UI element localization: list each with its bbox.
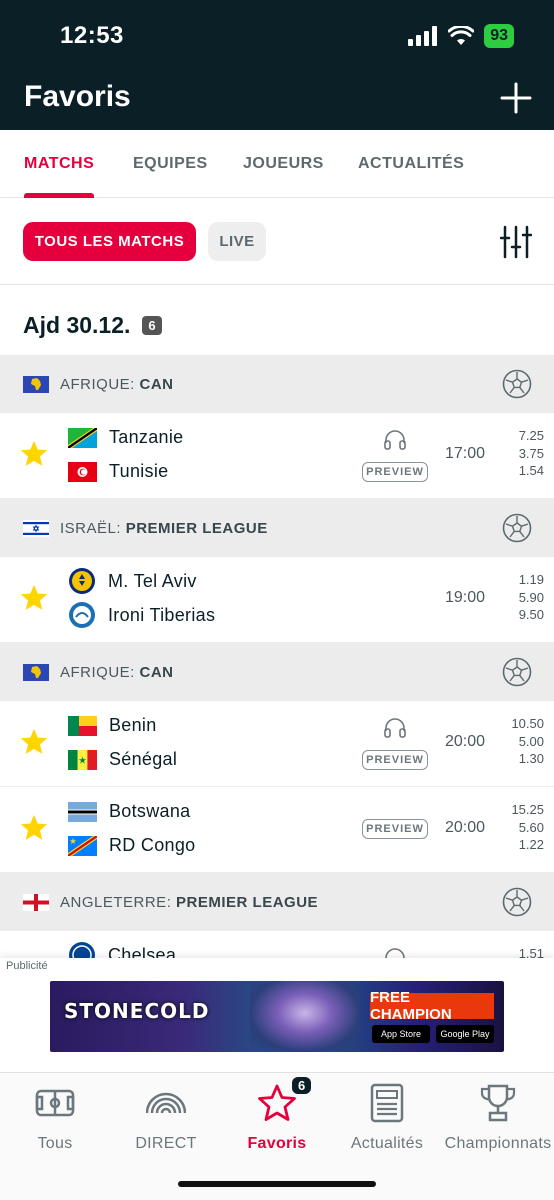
signal-icon [408,26,438,46]
wifi-icon [448,26,475,45]
home-team: Botswana [68,801,190,822]
israel-flag-icon [23,519,49,537]
africa-flag-icon [23,663,49,681]
match-row[interactable]: Benin Sénégal PREVIEW 20:00 10.50 5.00 1.3… [0,701,554,787]
tab-equipes[interactable]: EQUIPES [133,130,208,198]
league-header[interactable]: AFRIQUE: CAN [0,355,554,413]
preview-badge[interactable]: PREVIEW [362,462,428,482]
nav-tous[interactable]: Tous [0,1083,110,1153]
home-team: Benin [68,715,157,736]
match-row[interactable]: Botswana RD Congo PREVIEW 20:00 15.25 5.6… [0,787,554,873]
match-count-badge: 6 [142,316,162,335]
tab-bar: MATCHS EQUIPES JOUEURS ACTUALITÉS [0,130,554,198]
all-matches-filter[interactable]: TOUS LES MATCHS [23,222,196,261]
match-row[interactable]: M. Tel Aviv Ironi Tiberias 19:00 1.19 5.9… [0,557,554,643]
match-row[interactable]: Tanzanie Tunisie PREVIEW 17:00 7.25 3.75 1… [0,413,554,499]
favorite-star-icon[interactable] [19,439,49,469]
preview-badge[interactable]: PREVIEW [362,750,428,770]
kickoff-time: 17:00 [445,445,486,462]
tanzania-flag-icon [68,427,97,448]
senegal-flag-icon [68,749,97,770]
league-name: AFRIQUE: CAN [60,375,174,393]
tab-matchs[interactable]: MATCHS [24,130,95,198]
favorite-star-icon[interactable] [19,727,49,757]
favorites-count-badge: 6 [292,1077,312,1094]
favorite-star-icon[interactable] [19,813,49,843]
app-store-badge[interactable]: App Store [372,1025,430,1043]
add-favorite-button[interactable] [500,82,532,114]
ironi-tiberias-logo-icon [69,602,95,628]
home-indicator[interactable] [178,1181,376,1187]
nav-championnats[interactable]: Championnats [443,1083,553,1153]
star-icon [258,1084,296,1121]
headphones-icon[interactable] [383,429,407,451]
broadcast-icon [146,1092,186,1114]
away-team: Tunisie [68,461,168,482]
news-icon [370,1083,404,1123]
away-team: Ironi Tiberias [68,601,215,629]
tab-joueurs[interactable]: JOUEURS [243,130,324,198]
ad-banner[interactable]: STONECOLD FREE CHAMPION App Store Google… [50,981,504,1052]
botswana-flag-icon [68,801,97,822]
kickoff-time: 20:00 [445,733,486,750]
dr-congo-flag-icon [68,835,97,856]
africa-flag-icon [23,375,49,393]
status-time: 12:53 [60,22,124,49]
league-name: ANGLETERRE: PREMIER LEAGUE [60,893,319,911]
odds: 7.25 3.75 1.54 [518,428,544,478]
sliders-icon[interactable] [500,225,532,259]
tab-actualites[interactable]: ACTUALITÉS [358,130,464,198]
favorite-star-icon[interactable] [19,583,49,613]
football-icon [502,513,532,543]
live-filter[interactable]: LIVE [208,222,266,261]
kickoff-time: 20:00 [445,819,486,836]
benin-flag-icon [68,715,97,736]
status-icons: 93 [408,24,514,48]
league-name: ISRAËL: PREMIER LEAGUE [60,519,268,537]
battery-indicator: 93 [484,24,514,48]
filter-bar: TOUS LES MATCHS LIVE [0,199,554,285]
football-icon [502,657,532,687]
football-icon [502,369,532,399]
odds: 15.25 5.60 1.22 [511,802,544,852]
ad-cta-button[interactable]: FREE CHAMPION [370,989,494,1023]
date-label: Ajd 30.12. [23,312,131,338]
google-play-badge[interactable]: Google Play [436,1025,494,1043]
nav-favoris[interactable]: 6 Favoris [222,1077,332,1153]
away-team: RD Congo [68,835,195,856]
ad-label: Publicité [6,960,48,972]
league-header[interactable]: ISRAËL: PREMIER LEAGUE [0,499,554,557]
tunisia-flag-icon [68,461,97,482]
away-team: Sénégal [68,749,177,770]
kickoff-time: 19:00 [445,589,486,606]
football-icon [502,887,532,917]
pitch-icon [35,1089,75,1117]
ad-character-image [250,981,360,1052]
maccabi-tel-aviv-logo-icon [69,568,95,594]
england-flag-icon [23,893,49,911]
app-header: 12:53 93 Favoris [0,0,554,130]
date-header: Ajd 30.12. 6 [23,312,162,339]
league-name: AFRIQUE: CAN [60,663,174,681]
odds: 1.19 5.90 9.50 [518,572,544,622]
nav-direct[interactable]: DIRECT [111,1083,221,1153]
league-header[interactable]: ANGLETERRE: PREMIER LEAGUE [0,873,554,931]
trophy-icon [480,1084,516,1122]
preview-badge[interactable]: PREVIEW [362,819,428,839]
odds: 10.50 5.00 1.30 [511,716,544,766]
ad-container: Publicité STONECOLD FREE CHAMPION App St… [0,958,554,1072]
headphones-icon[interactable] [383,717,407,739]
nav-actualites[interactable]: Actualités [332,1083,442,1153]
ad-brand: STONECOLD [64,999,210,1023]
page-title: Favoris [24,80,131,113]
league-header[interactable]: AFRIQUE: CAN [0,643,554,701]
home-team: M. Tel Aviv [68,567,197,595]
home-team: Tanzanie [68,427,183,448]
